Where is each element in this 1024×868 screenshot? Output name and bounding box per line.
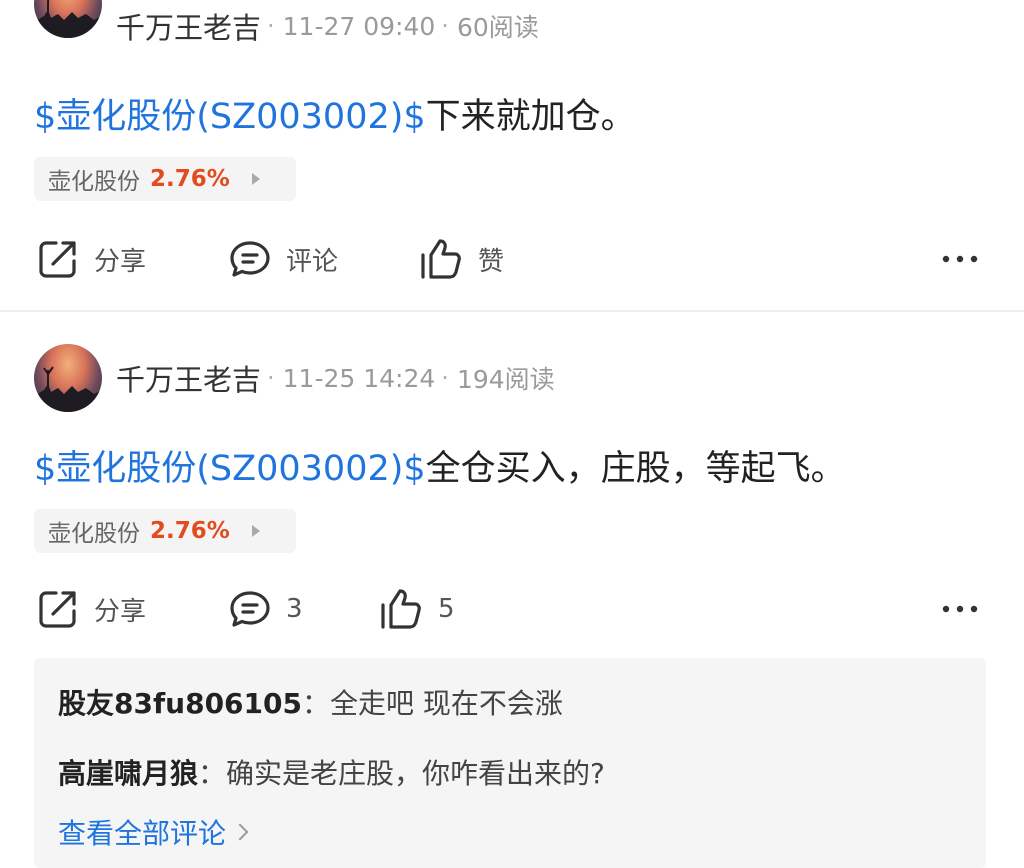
view-all-label: 查看全部评论 bbox=[58, 817, 227, 850]
stock-link[interactable]: $壶化股份(SZ003002)$ bbox=[34, 449, 426, 489]
share-icon bbox=[36, 587, 80, 631]
comment-icon bbox=[228, 237, 272, 281]
stock-link[interactable]: $壶化股份(SZ003002)$ bbox=[34, 97, 426, 137]
stock-chip-change: 2.76% bbox=[150, 166, 230, 192]
read-count: 60阅读 bbox=[456, 13, 539, 42]
chevron-right-icon bbox=[231, 823, 249, 841]
stock-chip[interactable]: 壶化股份 2.76% bbox=[34, 509, 296, 553]
post-time: 11-25 14:24 bbox=[282, 363, 436, 393]
like-count: 5 bbox=[438, 594, 455, 624]
avatar[interactable] bbox=[34, 0, 102, 38]
post-text: 全仓买入，庄股，等起飞。 bbox=[425, 449, 846, 489]
comment-text: 确实是老庄股，你咋看出来的? bbox=[226, 757, 605, 790]
comment-text: 全走吧 现在不会涨 bbox=[330, 687, 563, 720]
stock-chip-change: 2.76% bbox=[150, 518, 230, 544]
meta-separator: · bbox=[267, 364, 275, 392]
post-content: $壶化股份(SZ003002)$全仓买入，庄股，等起飞。 bbox=[34, 440, 846, 491]
share-button[interactable]: 分享 bbox=[36, 234, 146, 284]
post-meta: 千万王老吉 · 11-27 09:40 · 60阅读 bbox=[116, 6, 539, 46]
share-label: 分享 bbox=[94, 246, 147, 277]
stock-chip-name: 壶化股份 bbox=[48, 169, 140, 195]
like-icon bbox=[418, 237, 464, 281]
view-all-comments-link[interactable]: 查看全部评论 bbox=[58, 812, 249, 852]
like-button[interactable]: 赞 bbox=[418, 234, 504, 284]
post-content: $壶化股份(SZ003002)$下来就加仓。 bbox=[34, 88, 636, 139]
meta-separator: · bbox=[441, 364, 449, 392]
author-name[interactable]: 千万王老吉 bbox=[116, 5, 261, 47]
more-icon bbox=[940, 249, 980, 269]
like-label: 赞 bbox=[478, 246, 505, 277]
post-text: 下来就加仓。 bbox=[425, 97, 636, 137]
comment-separator: ： bbox=[301, 687, 330, 720]
more-button[interactable] bbox=[940, 584, 980, 634]
comment-count: 3 bbox=[286, 594, 303, 624]
post: 千万王老吉 · 11-27 09:40 · 60阅读 $壶化股份(SZ00300… bbox=[0, 0, 1024, 310]
chip-arrow-icon bbox=[251, 173, 260, 185]
share-icon bbox=[36, 237, 80, 281]
chip-arrow-icon bbox=[251, 525, 260, 537]
post-time: 11-27 09:40 bbox=[282, 11, 436, 41]
post-meta: 千万王老吉 · 11-25 14:24 · 194阅读 bbox=[116, 358, 555, 398]
comment-label: 评论 bbox=[286, 246, 339, 277]
comment-author[interactable]: 股友83fu806105 bbox=[58, 687, 302, 720]
meta-separator: · bbox=[267, 12, 275, 40]
comment-item[interactable]: 高崖啸月狼：确实是老庄股，你咋看出来的? bbox=[58, 752, 605, 792]
more-icon bbox=[940, 599, 980, 619]
like-button[interactable]: 5 bbox=[378, 584, 455, 634]
action-bar: 分享 评论 赞 bbox=[0, 234, 1024, 284]
action-bar: 分享 3 5 bbox=[0, 584, 1024, 634]
avatar[interactable] bbox=[34, 344, 102, 412]
more-button[interactable] bbox=[940, 234, 980, 284]
share-button[interactable]: 分享 bbox=[36, 584, 146, 634]
share-label: 分享 bbox=[94, 596, 147, 627]
comment-separator: ： bbox=[198, 757, 227, 790]
comment-button[interactable]: 评论 bbox=[228, 234, 338, 284]
stock-chip-name: 壶化股份 bbox=[48, 521, 140, 547]
comment-preview: 股友83fu806105：全走吧 现在不会涨 高崖啸月狼：确实是老庄股，你咋看出… bbox=[34, 658, 986, 868]
like-icon bbox=[378, 587, 424, 631]
comment-item[interactable]: 股友83fu806105：全走吧 现在不会涨 bbox=[58, 682, 563, 722]
author-name[interactable]: 千万王老吉 bbox=[116, 357, 261, 399]
comment-button[interactable]: 3 bbox=[228, 584, 303, 634]
meta-separator: · bbox=[441, 12, 449, 40]
comment-author[interactable]: 高崖啸月狼 bbox=[58, 757, 198, 790]
comment-icon bbox=[228, 587, 272, 631]
read-count: 194阅读 bbox=[456, 365, 555, 394]
post: 千万王老吉 · 11-25 14:24 · 194阅读 $壶化股份(SZ0030… bbox=[0, 312, 1024, 868]
stock-chip[interactable]: 壶化股份 2.76% bbox=[34, 157, 296, 201]
